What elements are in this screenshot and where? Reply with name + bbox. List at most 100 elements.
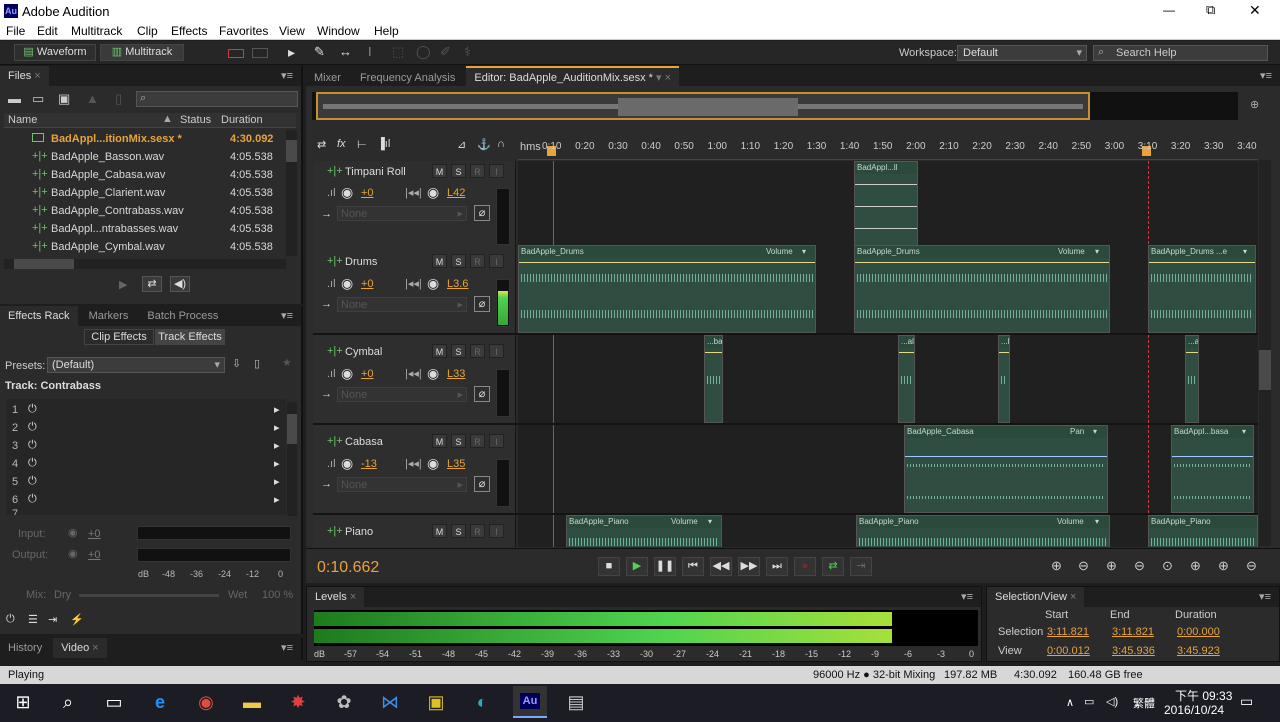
autoplay-icon[interactable]: ◀) (170, 276, 190, 292)
pan-knob-icon[interactable]: ◉ (427, 184, 439, 201)
pan-knob-icon[interactable]: ◉ (427, 455, 439, 472)
power-icon[interactable]: ⏻ (28, 493, 37, 506)
new-file-icon[interactable]: ▣ (58, 91, 70, 107)
healing-icon[interactable]: ⚕ (464, 44, 471, 60)
effect-slot[interactable]: 4 ⏻ ▸ (6, 456, 286, 473)
track-name[interactable]: Cymbal (345, 346, 382, 358)
solo-button[interactable]: S (451, 434, 466, 448)
tab-batch-process[interactable]: Batch Process (139, 306, 226, 326)
view-duration[interactable]: 3:45.923 (1177, 645, 1220, 657)
close-icon[interactable]: × (1070, 591, 1076, 603)
app-icon-red[interactable]: ✸ (283, 688, 313, 716)
chevron-down-icon[interactable]: ▾ (802, 246, 806, 258)
play-icon[interactable]: ▶ (119, 278, 127, 291)
list-item[interactable]: +|+ BadApple_Basson.wav 4:05.538 (4, 148, 286, 166)
track-name[interactable]: Drums (345, 256, 377, 268)
solo-button[interactable]: S (451, 344, 466, 358)
stop-button[interactable]: ■ (598, 557, 620, 576)
no-input-icon[interactable]: ⌀ (474, 386, 490, 402)
delete-preset-icon[interactable]: ▯ (254, 357, 260, 370)
track-volume[interactable]: +0 (361, 278, 374, 290)
solo-button[interactable]: S (451, 254, 466, 268)
tray-chevron-icon[interactable]: ∧ (1066, 696, 1074, 709)
selection-duration[interactable]: 0:00.000 (1177, 626, 1220, 638)
zoom-out-time-icon[interactable]: ⊖ (1134, 558, 1145, 574)
chrome-icon[interactable]: ◉ (191, 688, 221, 716)
no-input-icon[interactable]: ⌀ (474, 296, 490, 312)
record-arm-button[interactable]: R (470, 524, 485, 538)
slot-arrow-icon[interactable]: ▸ (274, 457, 280, 470)
tab-markers[interactable]: Markers (81, 306, 137, 326)
track-lane[interactable]: BadApple_Cabasa Pan ▾ BadAppl...basa ▾ (518, 425, 1258, 513)
waveform-button[interactable]: ▤ Waveform (14, 44, 96, 61)
menu-favorites[interactable]: Favorites (219, 24, 268, 38)
track-input-select[interactable]: None ▸ (337, 387, 467, 402)
move-tool-icon[interactable]: ▸ (288, 44, 295, 61)
menu-effects[interactable]: Effects (171, 24, 207, 38)
chevron-down-icon[interactable]: ▾ (708, 516, 712, 528)
chevron-down-icon[interactable]: ▾ (1095, 246, 1099, 258)
close-button[interactable]: ✕ (1249, 2, 1261, 19)
visual-studio-icon[interactable]: ⋈ (375, 688, 405, 716)
view-end[interactable]: 3:45.936 (1112, 645, 1155, 657)
rewind-button[interactable]: ◀◀ (710, 557, 732, 576)
current-time[interactable]: 0:10.662 (317, 559, 379, 577)
effect-slot[interactable]: 6 ⏻ ▸ (6, 492, 286, 509)
mute-button[interactable]: M (432, 254, 447, 268)
power-icon[interactable]: ⏻ (28, 457, 37, 470)
panel-menu-icon[interactable]: ▾≡ (1259, 590, 1271, 603)
menu-file[interactable]: File (6, 24, 25, 38)
volume-knob-icon[interactable]: ◉ (341, 455, 353, 472)
track-pan[interactable]: L35 (447, 458, 465, 470)
workspace-select[interactable]: Default ▾ (957, 45, 1087, 61)
record-arm-button[interactable]: R (470, 254, 485, 268)
play-button[interactable]: ▶ (626, 557, 648, 576)
power-icon[interactable]: ⏻ (6, 613, 15, 626)
list-icon[interactable]: ☰ (28, 613, 38, 626)
effect-slot[interactable]: 2 ⏻ ▸ (6, 420, 286, 437)
track-pan[interactable]: L3.6 (447, 278, 468, 290)
input-knob-icon[interactable]: ◉ (68, 526, 78, 539)
no-input-icon[interactable]: ⌀ (474, 205, 490, 221)
tab-frequency-analysis[interactable]: Frequency Analysis (352, 68, 463, 88)
effect-slot[interactable]: 3 ⏻ ▸ (6, 438, 286, 455)
mute-button[interactable]: M (432, 344, 447, 358)
zoom-full-icon[interactable]: ⊙ (1162, 558, 1173, 574)
mute-button[interactable]: M (432, 164, 447, 178)
network-icon[interactable]: ▭ (1084, 695, 1094, 708)
track-input-select[interactable]: None ▸ (337, 297, 467, 312)
audio-clip[interactable]: BadApple_Drums Volume ▾ (518, 245, 816, 333)
audio-clip[interactable]: BadApple_Cabasa Pan ▾ (904, 425, 1108, 513)
audio-clip[interactable]: ...l (998, 335, 1010, 423)
panel-menu-icon[interactable]: ▾≡ (281, 309, 293, 322)
tab-video[interactable]: Video × (53, 638, 107, 658)
zoom-out-amplitude-icon[interactable]: ⊖ (1078, 558, 1089, 574)
audio-clip[interactable]: BadApple_Drums Volume ▾ (854, 245, 1110, 333)
chevron-down-icon[interactable]: ▾ (1242, 426, 1246, 438)
power-icon[interactable]: ⏻ (28, 403, 37, 416)
track-name[interactable]: Piano (345, 526, 373, 538)
files-hscroll[interactable] (4, 259, 286, 269)
app-icon-yellow[interactable]: ▣ (421, 688, 451, 716)
solo-button[interactable]: S (451, 164, 466, 178)
audio-clip[interactable]: ...bal (704, 335, 723, 423)
audio-clip[interactable]: ...al (898, 335, 915, 423)
audition-taskbar-icon[interactable]: Au (513, 686, 547, 718)
input-monitor-button[interactable]: I (489, 344, 504, 358)
presets-select[interactable]: (Default) ▾ (47, 357, 225, 373)
track-input-select[interactable]: None ▸ (337, 477, 467, 492)
next-button[interactable]: ⏭ (766, 557, 788, 576)
multitrack-button[interactable]: ▥ Multitrack (100, 44, 184, 61)
track-volume[interactable]: -13 (361, 458, 377, 470)
menu-edit[interactable]: Edit (37, 24, 58, 38)
col-status[interactable]: Status (180, 114, 211, 126)
pan-knob-icon[interactable]: ◉ (427, 365, 439, 382)
list-item[interactable]: +|+ BadApple_Cymbal.wav 4:05.538 (4, 238, 286, 256)
record-mode-icon[interactable] (228, 49, 244, 58)
edge-icon[interactable]: e (145, 688, 175, 716)
open-folder-icon[interactable]: ▬ (8, 91, 21, 106)
col-name[interactable]: Name (8, 114, 37, 126)
zoom-in-time-icon[interactable]: ⊕ (1106, 558, 1117, 574)
track-volume[interactable]: +0 (361, 368, 374, 380)
audio-clip[interactable]: BadAppl...ll (854, 161, 918, 249)
